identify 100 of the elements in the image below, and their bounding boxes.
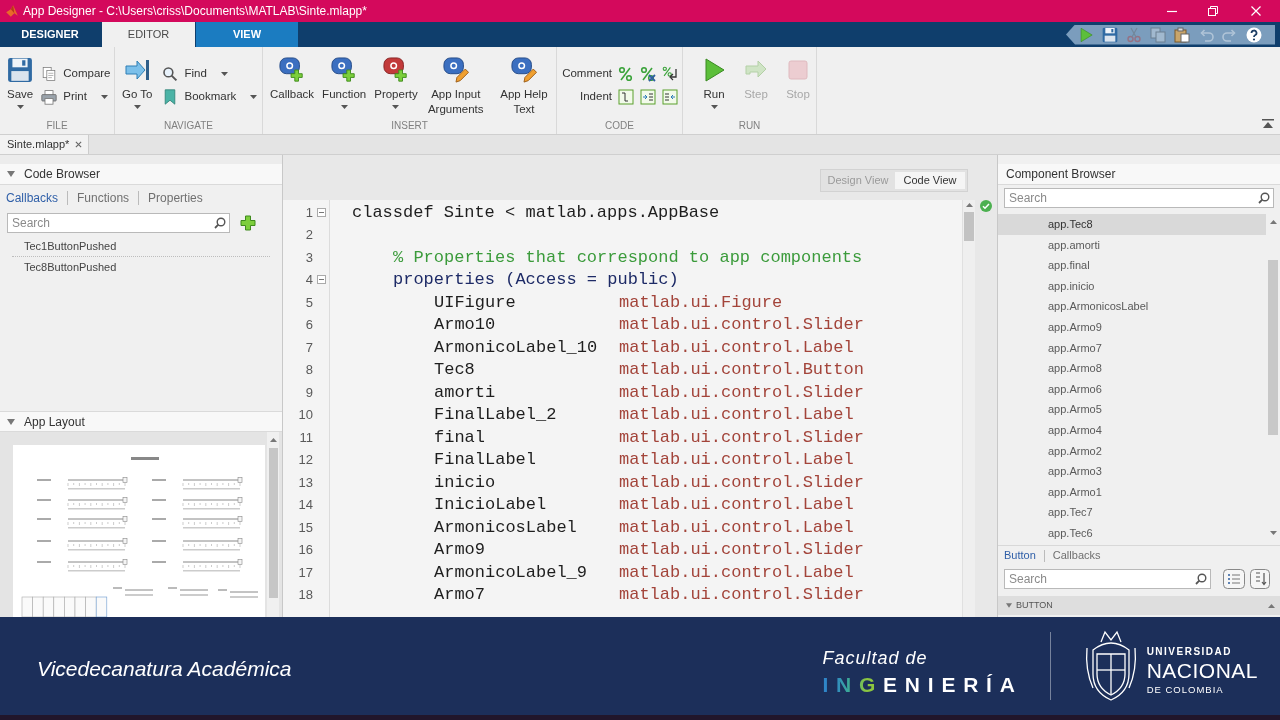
input-arguments-button[interactable]: App Input Arguments — [423, 47, 488, 117]
percent-icon[interactable] — [618, 66, 634, 82]
panel-tab[interactable]: Button — [1004, 547, 1036, 564]
component-item[interactable]: app.Tec6 — [998, 522, 1266, 544]
panel-tab[interactable]: Callbacks — [6, 188, 59, 207]
save-button[interactable]: Save — [5, 47, 36, 117]
property-type: matlab.ui.control.Label — [619, 336, 854, 359]
callback-item[interactable]: Tec1ButtonPushed — [24, 238, 117, 255]
callback-button[interactable]: Callback — [268, 47, 317, 117]
list-view-icon[interactable] — [1223, 568, 1245, 589]
line-number: 9 — [305, 383, 313, 402]
property-name: ArmonicoLabel_10 — [434, 336, 598, 359]
property-name: UIFigure — [434, 291, 516, 314]
component-item[interactable]: app.Armo9 — [998, 316, 1266, 338]
code-line: classdef Sinte < matlab.apps.AppBase — [352, 201, 720, 224]
bookmark-button[interactable]: Bookmark — [162, 86, 258, 108]
scroll-up-icon[interactable] — [1269, 220, 1277, 224]
search-icon[interactable] — [214, 216, 226, 229]
logo-text: NACIONAL — [1146, 658, 1258, 683]
property-type: matlab.ui.control.Label — [619, 494, 854, 516]
go-to-button[interactable]: Go To — [120, 47, 155, 117]
panel-title: Component Browser — [1006, 166, 1116, 183]
property-name: FinalLabel — [434, 449, 537, 471]
component-item[interactable]: app.Armo4 — [998, 419, 1266, 441]
restore-icon[interactable] — [1208, 6, 1218, 16]
scroll-up-icon[interactable] — [1268, 603, 1275, 608]
disclosure-triangle-icon[interactable] — [1006, 603, 1012, 608]
document-tab[interactable]: Sinte.mlapp* — [0, 135, 90, 154]
line-number: 5 — [305, 293, 313, 312]
scrollbar-thumb[interactable] — [268, 448, 278, 598]
close-icon[interactable] — [75, 141, 83, 148]
compare-button[interactable]: Compare — [41, 63, 111, 85]
property-type: matlab.ui.control.Button — [619, 359, 864, 381]
panel-tab[interactable]: Callbacks — [1052, 547, 1101, 564]
line-number: 13 — [298, 473, 313, 492]
component-item[interactable]: app.Armo2 — [998, 440, 1266, 462]
print-button[interactable]: Print — [41, 86, 111, 108]
line-number: 6 — [305, 316, 313, 334]
component-item[interactable]: app.inicio — [998, 275, 1266, 297]
stop-icon — [785, 57, 811, 83]
component-item[interactable]: app.Armo8 — [998, 358, 1266, 379]
indent-icon[interactable] — [618, 89, 634, 105]
property-type: matlab.ui.control.Slider — [619, 539, 864, 561]
search-icon[interactable] — [1258, 191, 1270, 204]
scroll-up-icon[interactable] — [269, 438, 277, 442]
scrollbar[interactable] — [962, 200, 975, 617]
help-text-button[interactable]: App Help Text — [491, 47, 556, 117]
disclosure-triangle-icon[interactable] — [7, 171, 15, 177]
component-item[interactable]: app.Armo1 — [998, 481, 1266, 503]
scrollbar-thumb[interactable] — [964, 212, 974, 241]
panel-tab[interactable]: Properties — [148, 188, 203, 207]
component-item[interactable]: app.Armo6 — [998, 378, 1266, 400]
plus-icon[interactable] — [240, 214, 256, 231]
find-button[interactable]: Find — [162, 63, 258, 85]
ribbon-tab[interactable]: EDITOR — [102, 22, 195, 47]
percent-wrap-icon[interactable] — [662, 66, 678, 82]
search-icon[interactable] — [1195, 572, 1207, 585]
component-item[interactable]: app.Tec7 — [998, 502, 1266, 523]
scroll-up-icon[interactable] — [965, 203, 973, 207]
indent-increase-icon[interactable] — [640, 89, 656, 105]
help-icon[interactable] — [1246, 26, 1262, 43]
function-button[interactable]: Function — [320, 47, 369, 117]
property-type: matlab.ui.control.Label — [619, 561, 854, 584]
fold-icon[interactable] — [317, 207, 326, 217]
logo-text: DE COLOMBIA — [1146, 682, 1224, 696]
property-name: Armo9 — [434, 539, 485, 561]
property-type: matlab.ui.control.Slider — [619, 584, 864, 606]
disclosure-triangle-icon[interactable] — [7, 418, 15, 425]
component-item[interactable]: app.amorti — [998, 234, 1266, 256]
percent-cross-icon[interactable] — [640, 66, 656, 82]
component-item[interactable]: app.Armo5 — [998, 399, 1266, 420]
fold-icon[interactable] — [317, 275, 326, 285]
search-field[interactable]: Search — [7, 212, 230, 233]
tile-pencil-icon — [442, 57, 469, 83]
component-item[interactable]: app.ArmonicosLabel — [998, 296, 1266, 317]
callback-item[interactable]: Tec8ButtonPushed — [24, 258, 117, 276]
scrollbar[interactable] — [267, 432, 279, 617]
component-item[interactable]: app.Armo3 — [998, 461, 1266, 482]
view-toggle-button[interactable]: Code View — [895, 172, 965, 189]
scroll-down-icon[interactable] — [1269, 531, 1277, 535]
panel-tab[interactable]: Functions — [77, 188, 130, 207]
group-label: INSERT — [391, 119, 428, 133]
scrollbar-thumb[interactable] — [1268, 260, 1278, 435]
property-name: amorti — [434, 381, 496, 404]
property-type: matlab.ui.control.Label — [619, 516, 854, 539]
collapse-ribbon-icon[interactable] — [1262, 119, 1274, 129]
tool-label: Indent — [580, 89, 612, 105]
run-button[interactable]: Run — [699, 47, 729, 117]
indent-decrease-icon[interactable] — [662, 89, 678, 105]
search-field[interactable]: Search — [1004, 568, 1211, 589]
component-item[interactable]: app.final — [998, 255, 1266, 276]
line-number: 17 — [298, 563, 313, 582]
search-field[interactable]: Search — [1004, 187, 1274, 208]
component-item[interactable]: app.Tec8 — [998, 214, 1266, 235]
clipboard-icon[interactable] — [1174, 26, 1190, 43]
property-button[interactable]: Property — [372, 47, 420, 117]
ribbon-tab[interactable]: VIEW — [196, 22, 298, 47]
line-number: 16 — [298, 541, 313, 559]
sort-icon[interactable] — [1250, 568, 1270, 589]
component-item[interactable]: app.Armo7 — [998, 337, 1266, 359]
